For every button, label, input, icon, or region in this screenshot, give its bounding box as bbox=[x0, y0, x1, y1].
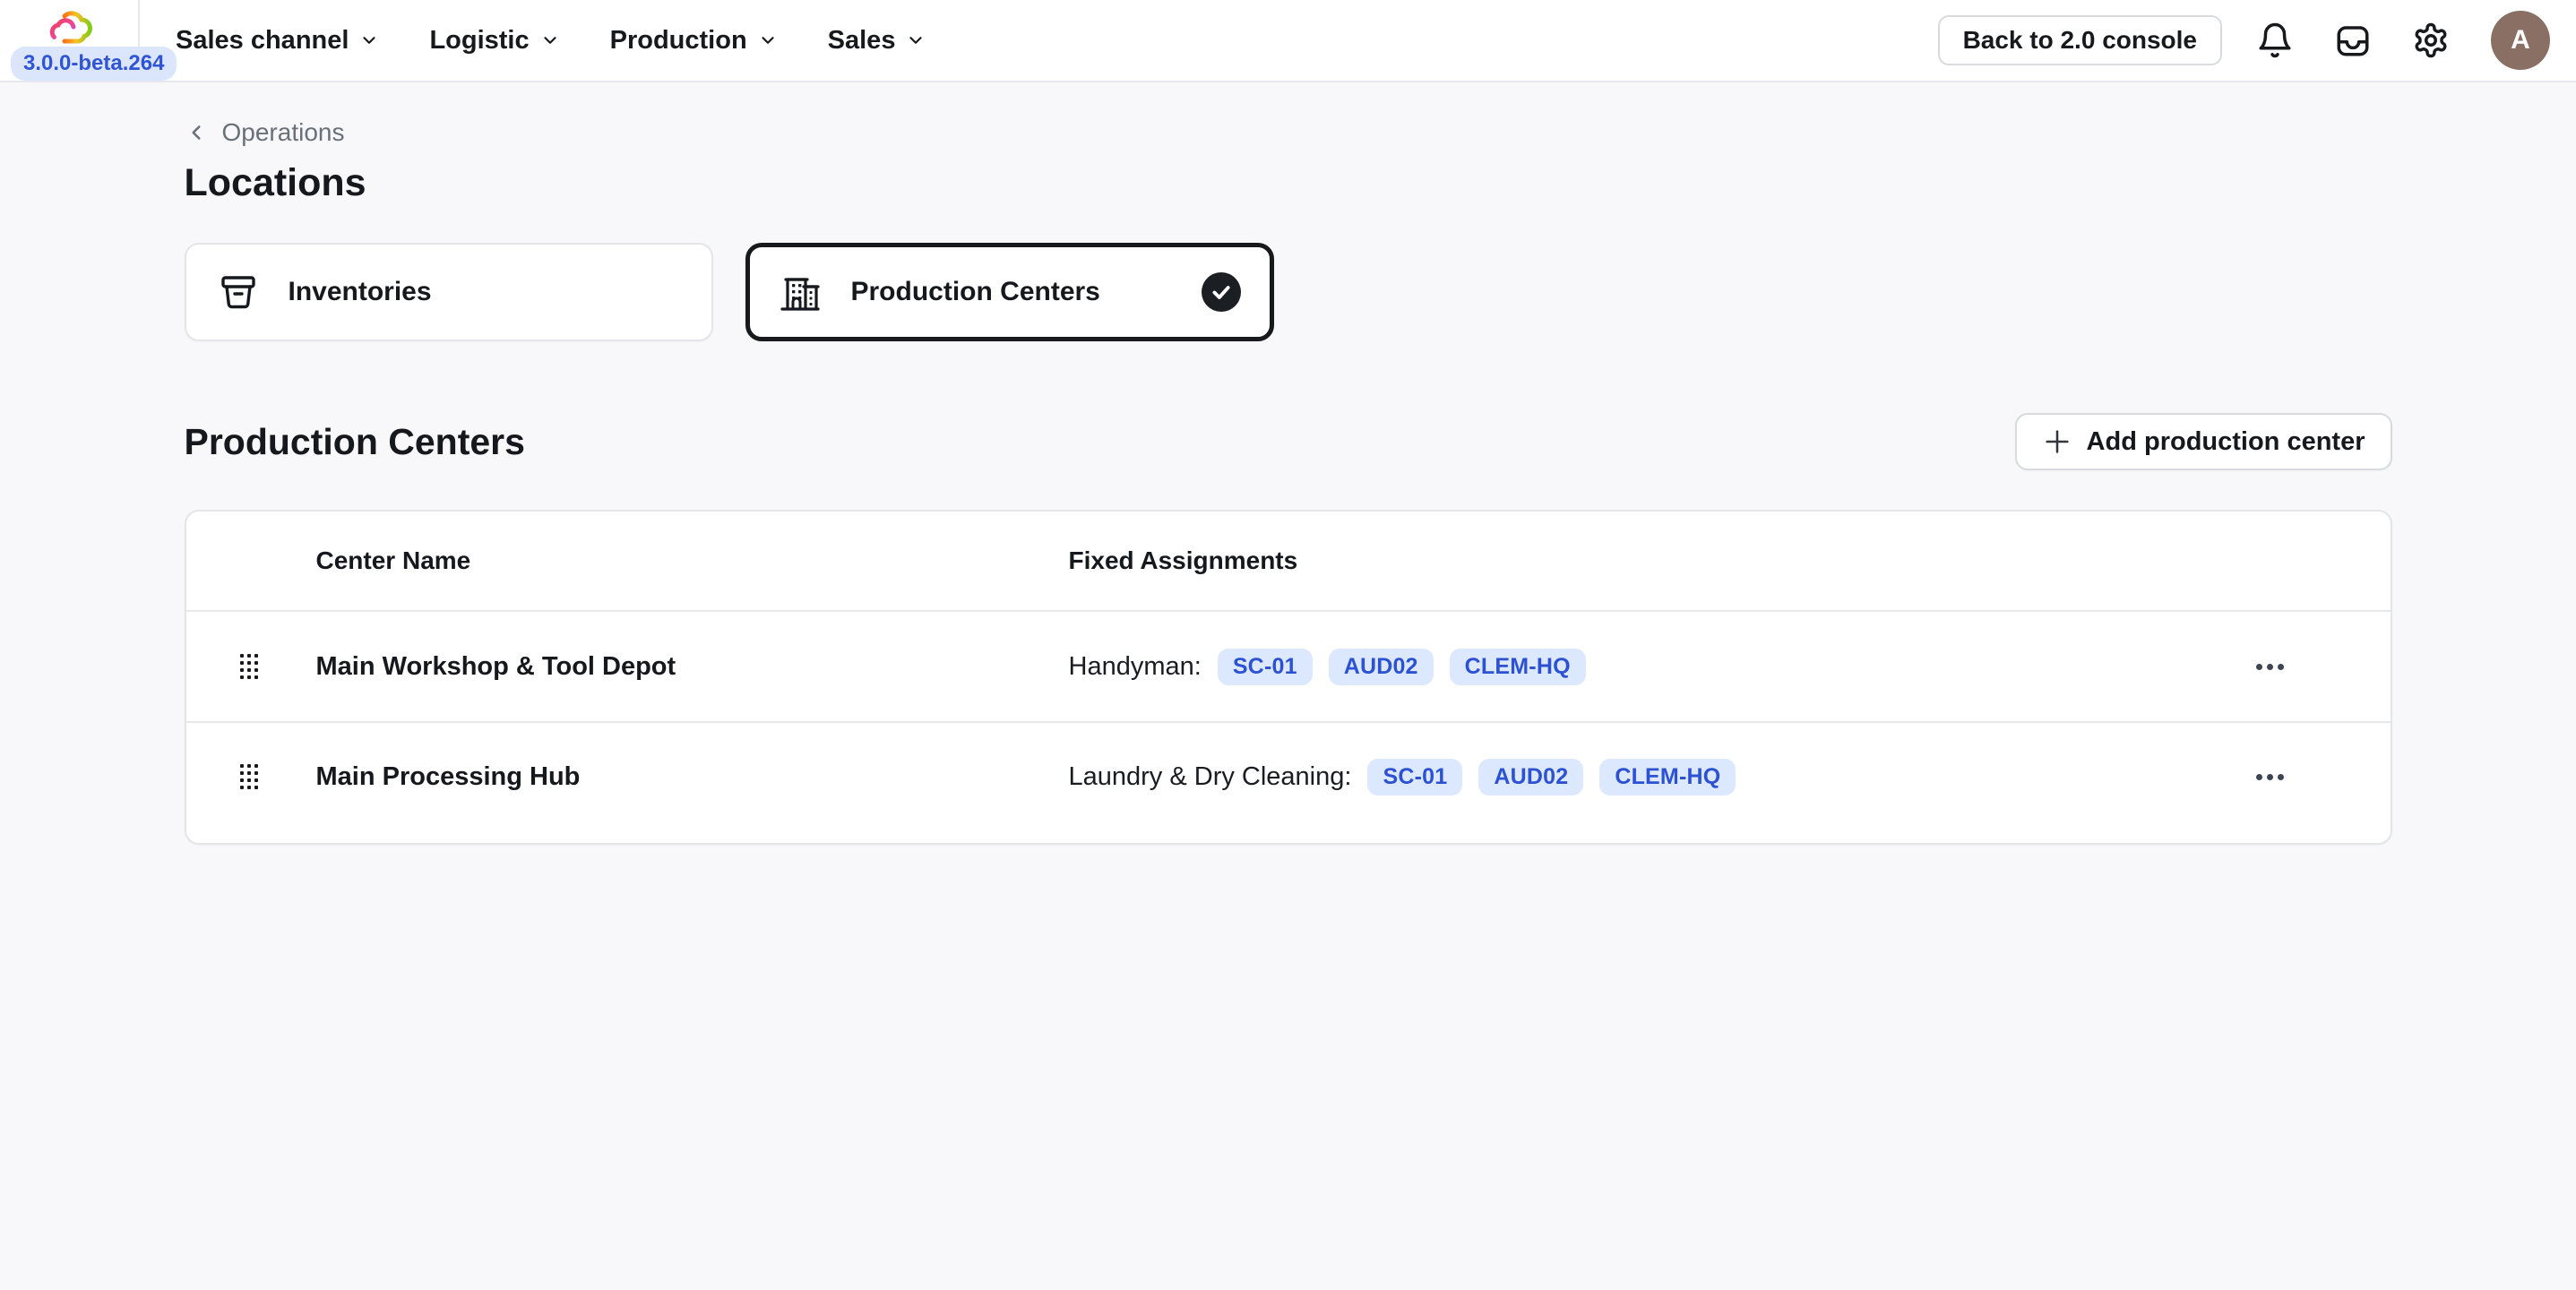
drag-handle-icon[interactable] bbox=[239, 764, 258, 789]
chevron-down-icon bbox=[359, 30, 379, 50]
column-header-center-name: Center Name bbox=[315, 546, 471, 574]
table-row: Main Workshop & Tool Depot Handyman: SC-… bbox=[186, 612, 2391, 721]
main-content: Operations Locations Inventories Product… bbox=[184, 82, 2392, 845]
buildings-icon bbox=[779, 271, 822, 314]
row-actions-menu-icon[interactable] bbox=[2253, 765, 2287, 789]
assignment-badge: CLEM-HQ bbox=[1449, 648, 1586, 685]
fixed-assignments-cell: Handyman: SC-01 AUD02 CLEM-HQ bbox=[1068, 648, 2238, 685]
center-name: Main Processing Hub bbox=[315, 761, 581, 791]
top-bar: 3.0.0-beta.264 Sales channel Logistic Pr… bbox=[0, 0, 2576, 82]
add-button-label: Add production center bbox=[2086, 426, 2365, 456]
production-centers-table: Center Name Fixed Assignments Main Works… bbox=[184, 510, 2392, 845]
tab-inventories[interactable]: Inventories bbox=[184, 243, 713, 341]
center-name: Main Workshop & Tool Depot bbox=[315, 651, 676, 681]
tab-label: Production Centers bbox=[850, 277, 1100, 306]
header-actions: Back to 2.0 console A bbox=[1937, 0, 2576, 81]
nav-item-sales-channel[interactable]: Sales channel bbox=[176, 26, 379, 56]
assignment-badge: AUD02 bbox=[1478, 758, 1584, 796]
page-title: Locations bbox=[184, 161, 366, 204]
back-to-console-button[interactable]: Back to 2.0 console bbox=[1937, 15, 2222, 65]
location-type-tabs: Inventories Production Centers bbox=[184, 243, 2392, 341]
table-header-row: Center Name Fixed Assignments bbox=[185, 512, 2391, 612]
assignment-badge: AUD02 bbox=[1328, 648, 1434, 685]
assignment-badge: SC-01 bbox=[1367, 758, 1463, 796]
cloud-logo-icon bbox=[41, 5, 99, 52]
assignment-badge: CLEM-HQ bbox=[1599, 758, 1736, 796]
nav-item-logistic[interactable]: Logistic bbox=[429, 26, 559, 56]
selected-check-icon bbox=[1201, 272, 1241, 312]
user-avatar[interactable]: A bbox=[2491, 11, 2550, 70]
assignment-badge: SC-01 bbox=[1217, 648, 1313, 685]
assignment-label: Laundry & Dry Cleaning: bbox=[1068, 761, 1352, 791]
breadcrumb[interactable]: Operations bbox=[185, 116, 345, 149]
nav-item-label: Production bbox=[609, 25, 747, 55]
drag-handle-icon[interactable] bbox=[239, 654, 258, 679]
tab-production-centers[interactable]: Production Centers bbox=[745, 243, 1274, 341]
notifications-bell-icon[interactable] bbox=[2256, 22, 2294, 59]
chevron-left-icon bbox=[185, 121, 208, 144]
version-badge: 3.0.0-beta.264 bbox=[11, 47, 177, 81]
main-nav: Sales channel Logistic Production Sales bbox=[176, 0, 926, 81]
logo-area[interactable]: 3.0.0-beta.264 bbox=[0, 0, 177, 81]
settings-gear-icon[interactable] bbox=[2412, 22, 2450, 59]
nav-item-label: Sales bbox=[827, 25, 896, 55]
chevron-down-icon bbox=[540, 30, 560, 50]
chevron-down-icon bbox=[758, 30, 778, 50]
nav-item-label: Sales channel bbox=[176, 25, 349, 55]
breadcrumb-label: Operations bbox=[221, 118, 345, 146]
column-header-fixed-assignments: Fixed Assignments bbox=[1068, 546, 1298, 574]
nav-item-production[interactable]: Production bbox=[610, 26, 778, 56]
nav-item-label: Logistic bbox=[429, 25, 530, 55]
archive-box-icon bbox=[218, 271, 259, 313]
fixed-assignments-cell: Laundry & Dry Cleaning: SC-01 AUD02 CLEM… bbox=[1068, 758, 2238, 796]
nav-item-sales[interactable]: Sales bbox=[828, 26, 926, 56]
inbox-icon[interactable] bbox=[2333, 22, 2373, 59]
chevron-down-icon bbox=[906, 30, 926, 50]
tab-label: Inventories bbox=[288, 277, 432, 306]
table-row: Main Processing Hub Laundry & Dry Cleani… bbox=[185, 721, 2391, 830]
row-actions-menu-icon[interactable] bbox=[2253, 655, 2287, 679]
section-title: Production Centers bbox=[184, 420, 525, 462]
section-header: Production Centers Add production center bbox=[185, 413, 2392, 470]
assignment-label: Handyman: bbox=[1068, 651, 1202, 681]
add-production-center-button[interactable]: Add production center bbox=[2014, 413, 2392, 470]
plus-icon bbox=[2042, 426, 2072, 457]
